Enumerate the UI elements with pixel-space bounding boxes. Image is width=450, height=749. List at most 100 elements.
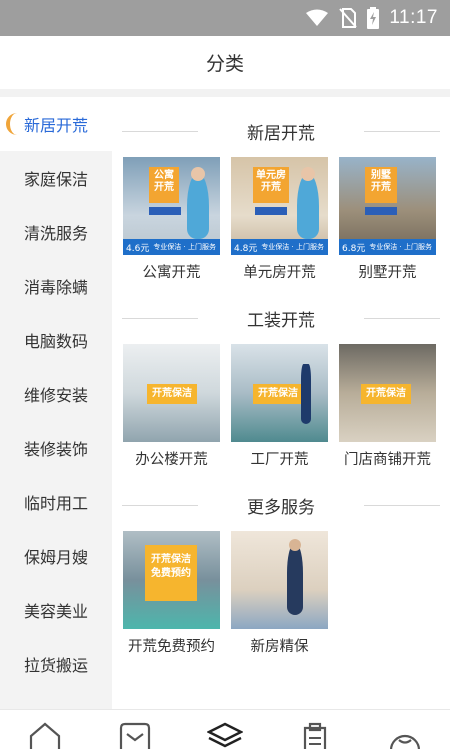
page-title: 分类 xyxy=(205,53,244,75)
service-label: 开荒免费预约 xyxy=(128,639,215,655)
info-strip: 6.8元 专业保洁 · 上门服务 xyxy=(339,239,436,255)
worker-figure-icon xyxy=(301,364,311,424)
layers-icon xyxy=(207,722,243,748)
sidebar-item-new-home[interactable]: 新居开荒 xyxy=(0,97,112,151)
service-badge: 单元房 开荒 xyxy=(253,167,289,203)
service-tile-apartment[interactable]: 公寓 开荒 4.6元 专业保洁 · 上门服务 公寓开荒 xyxy=(123,157,220,282)
service-tile-unit[interactable]: 单元房 开荒 4.8元 专业保洁 · 上门服务 单元房开荒 xyxy=(231,157,328,282)
service-thumbnail: 单元房 开荒 4.8元 专业保洁 · 上门服务 xyxy=(231,157,328,255)
service-label: 公寓开荒 xyxy=(142,265,201,281)
service-grid: 开荒保洁 办公楼开荒 开荒保洁 工厂开荒 开荒保洁 门店商铺开荒 xyxy=(112,338,450,469)
sidebar-item-decoration[interactable]: 装修装饰 xyxy=(0,421,112,475)
tag-icon xyxy=(255,207,287,215)
sidebar-item-home-cleaning[interactable]: 家庭保洁 xyxy=(0,151,112,205)
section-title: 工装开荒 xyxy=(239,305,323,331)
info-strip: 4.6元 专业保洁 · 上门服务 xyxy=(123,239,220,255)
sidebar-item-nanny[interactable]: 保姆月嫂 xyxy=(0,529,112,583)
divider xyxy=(122,318,198,319)
mail-icon xyxy=(119,722,151,749)
divider xyxy=(364,505,440,506)
service-thumbnail: 开荒保洁 xyxy=(339,344,436,442)
divider xyxy=(122,131,198,132)
service-thumbnail: 开荒保洁 xyxy=(231,344,328,442)
sidebar-item-label: 家庭保洁 xyxy=(23,170,88,189)
section-title: 新居开荒 xyxy=(239,118,323,144)
service-badge: 开荒保洁 xyxy=(253,384,303,404)
sidebar-item-disinfection[interactable]: 消毒除螨 xyxy=(0,259,112,313)
tag-icon xyxy=(365,207,397,215)
service-tile-free-booking[interactable]: 开荒保洁 免费预约 开荒免费预约 xyxy=(123,531,220,656)
price-text: 4.6元 xyxy=(126,244,150,254)
sidebar-item-label: 新居开荒 xyxy=(23,116,88,135)
service-label: 办公楼开荒 xyxy=(135,452,208,468)
sidebar-item-label: 保姆月嫂 xyxy=(23,548,88,567)
service-thumbnail: 开荒保洁 xyxy=(123,344,220,442)
price-text: 4.8元 xyxy=(234,244,258,254)
service-badge: 开荒保洁 xyxy=(361,384,411,404)
bottom-tab-bar xyxy=(0,709,450,749)
sidebar-item-temp-work[interactable]: 临时用工 xyxy=(0,475,112,529)
service-tile-office[interactable]: 开荒保洁 办公楼开荒 xyxy=(123,344,220,469)
service-thumbnail: 别墅 开荒 6.8元 专业保洁 · 上门服务 xyxy=(339,157,436,255)
sidebar-item-washing[interactable]: 清洗服务 xyxy=(0,205,112,259)
service-thumbnail: 公寓 开荒 4.6元 专业保洁 · 上门服务 xyxy=(123,157,220,255)
sidebar-item-label: 清洗服务 xyxy=(23,224,88,243)
tab-category[interactable] xyxy=(207,722,243,749)
wifi-icon xyxy=(306,9,329,26)
service-tile-villa[interactable]: 别墅 开荒 6.8元 专业保洁 · 上门服务 别墅开荒 xyxy=(339,157,436,282)
service-tile-factory[interactable]: 开荒保洁 工厂开荒 xyxy=(231,344,328,469)
battery-charging-icon xyxy=(367,7,380,29)
title-bar: 分类 xyxy=(0,36,450,89)
sidebar-item-label: 消毒除螨 xyxy=(23,278,88,297)
sidebar-item-beauty[interactable]: 美容美业 xyxy=(0,583,112,637)
service-badge: 公寓 开荒 xyxy=(149,167,179,203)
tab-orders[interactable] xyxy=(297,722,333,749)
smile-icon xyxy=(389,734,421,749)
divider xyxy=(122,505,198,506)
section-header: 更多服务 xyxy=(112,485,450,525)
home-icon xyxy=(29,722,61,749)
sidebar-item-label: 拉货搬运 xyxy=(23,656,88,675)
service-badge: 别墅 开荒 xyxy=(365,167,397,203)
section-header: 新居开荒 xyxy=(112,111,450,151)
service-grid: 公寓 开荒 4.6元 专业保洁 · 上门服务 公寓开荒 单元房 开荒 4.8元 专业 xyxy=(112,151,450,282)
tag-text: 专业保洁 · 上门服务 xyxy=(261,243,324,251)
tab-profile[interactable] xyxy=(387,722,423,749)
divider xyxy=(364,131,440,132)
tag-text: 专业保洁 · 上门服务 xyxy=(369,243,432,251)
tab-messages[interactable] xyxy=(117,722,153,749)
sidebar-item-label: 临时用工 xyxy=(23,494,88,513)
sidebar-item-digital[interactable]: 电脑数码 xyxy=(0,313,112,367)
sidebar-item-label: 电脑数码 xyxy=(23,332,88,351)
no-sim-icon xyxy=(339,8,358,28)
service-label: 别墅开荒 xyxy=(358,265,417,281)
category-content: 新居开荒 公寓开荒 4.6元 专业保洁 · 上门服务 公寓开荒 单元房开荒 xyxy=(112,97,450,709)
service-tile-shop[interactable]: 开荒保洁 门店商铺开荒 xyxy=(339,344,436,469)
sidebar-item-label: 维修安装 xyxy=(23,386,88,405)
active-marker-icon xyxy=(6,113,20,135)
section-title: 更多服务 xyxy=(239,492,323,518)
category-sidebar: 新居开荒 家庭保洁 清洗服务 消毒除螨 电脑数码 维修安装 装修装饰 临时用工 … xyxy=(0,97,112,709)
sidebar-item-repair[interactable]: 维修安装 xyxy=(0,367,112,421)
service-label: 门店商铺开荒 xyxy=(344,452,431,468)
divider xyxy=(364,318,440,319)
sidebar-item-label: 美容美业 xyxy=(23,602,88,621)
info-strip: 4.8元 专业保洁 · 上门服务 xyxy=(231,239,328,255)
section-header: 工装开荒 xyxy=(112,298,450,338)
service-thumbnail: 开荒保洁 免费预约 xyxy=(123,531,220,629)
clock: 11:17 xyxy=(389,7,438,28)
service-badge: 开荒保洁 免费预约 xyxy=(145,545,197,601)
clipboard-icon xyxy=(303,722,327,749)
face-icon xyxy=(301,167,315,181)
tag-text: 专业保洁 · 上门服务 xyxy=(153,243,216,251)
price-text: 6.8元 xyxy=(342,244,366,254)
sidebar-item-label: 装修装饰 xyxy=(23,440,88,459)
sidebar-item-moving[interactable]: 拉货搬运 xyxy=(0,637,112,691)
divider xyxy=(0,89,450,97)
cleaner-figure-icon xyxy=(187,173,209,239)
cleaner-figure-icon xyxy=(297,173,319,239)
face-icon xyxy=(191,167,205,181)
tab-home[interactable] xyxy=(27,722,63,749)
service-tile-new-house[interactable]: 新房精保 xyxy=(231,531,328,656)
face-icon xyxy=(289,539,301,551)
